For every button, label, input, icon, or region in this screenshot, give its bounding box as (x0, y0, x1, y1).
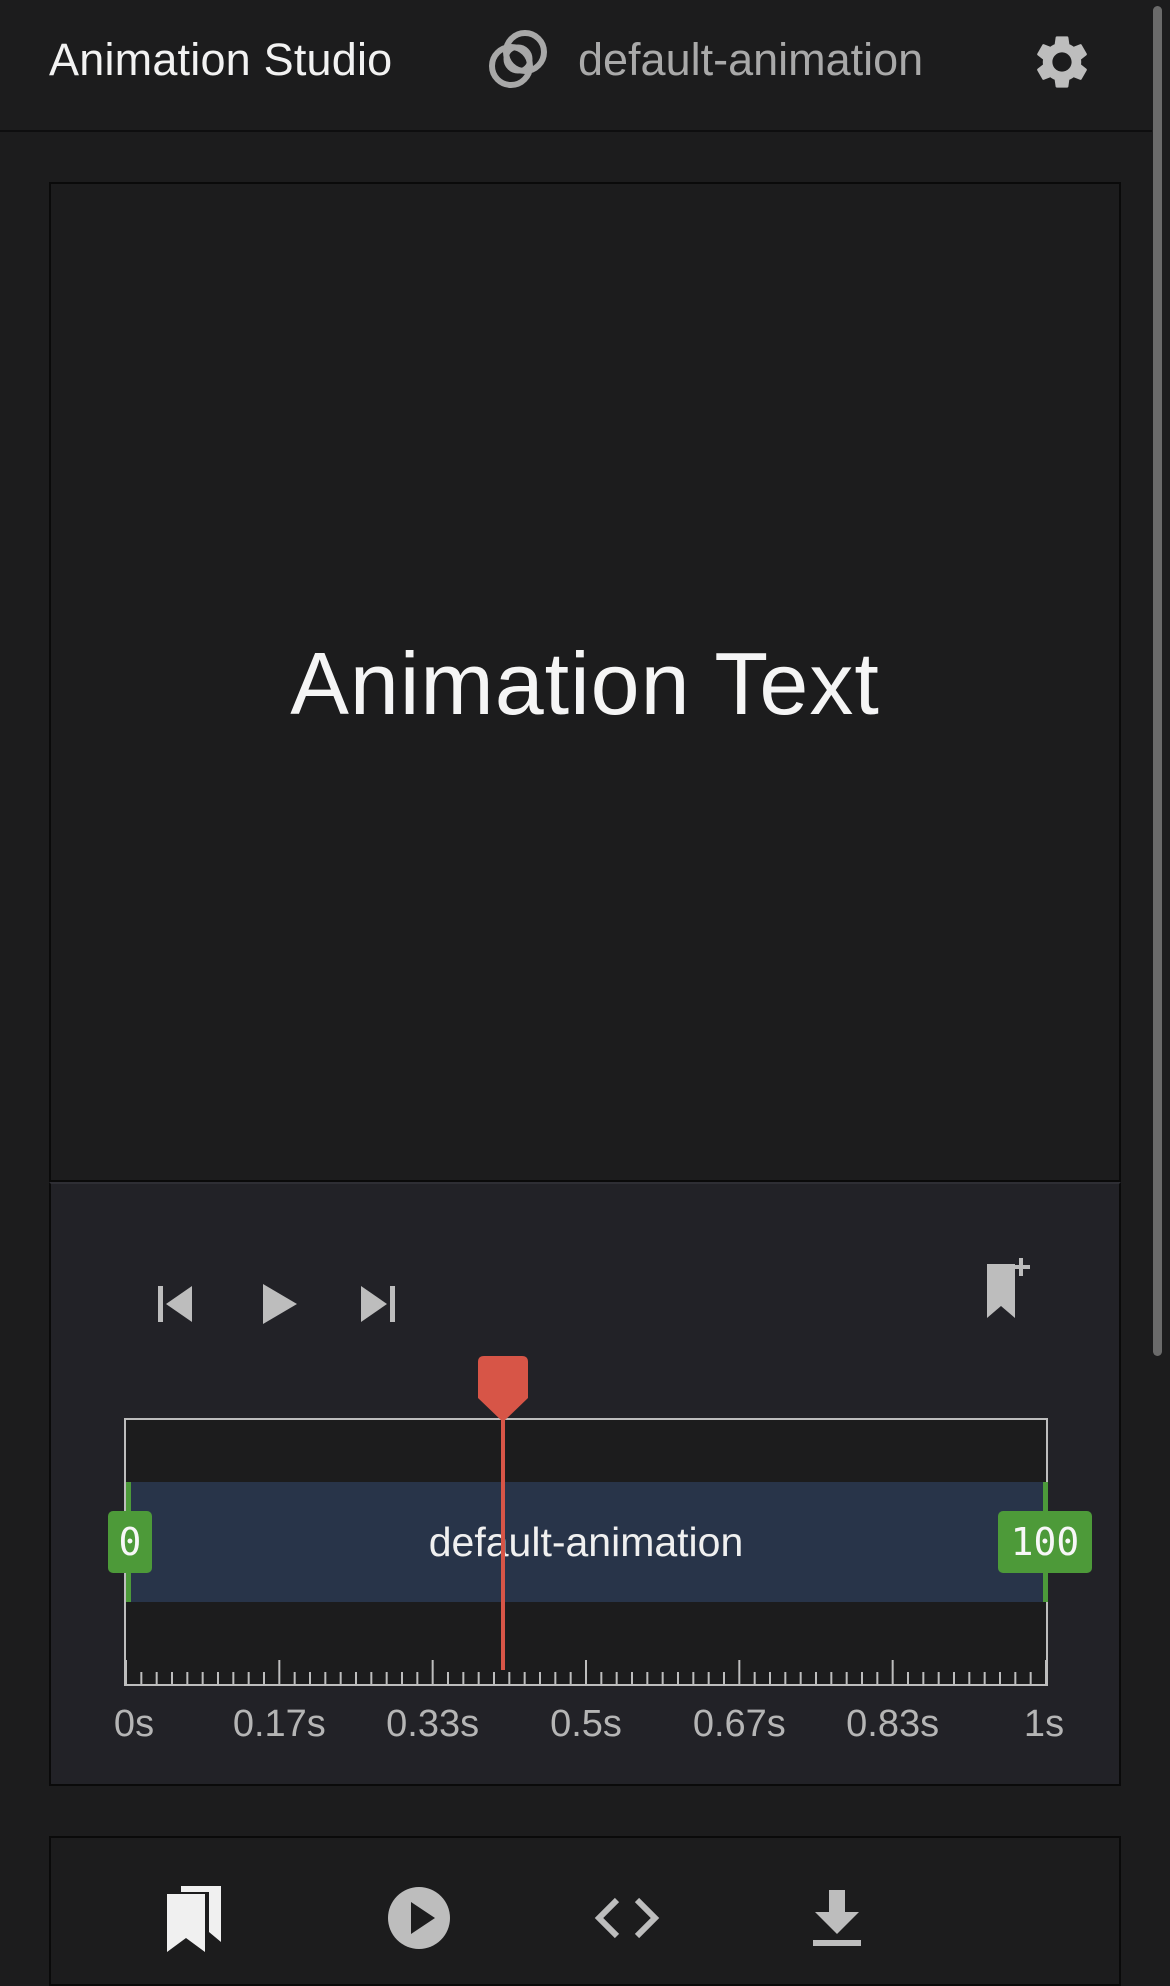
code-icon[interactable] (591, 1882, 663, 1954)
bookmark-add-icon[interactable] (971, 1252, 1041, 1322)
tick-label: 0.67s (692, 1703, 786, 1745)
animation-preview: Animation Text (49, 182, 1121, 1182)
library-icon[interactable] (159, 1882, 231, 1954)
tick-label: 0.33s (386, 1703, 480, 1745)
timeline-ruler (125, 1660, 1047, 1686)
playhead-line[interactable] (501, 1408, 506, 1670)
tick-label: 0s (113, 1703, 155, 1745)
app-header: Animation Studio default-animation (0, 0, 1152, 132)
play-circle-icon[interactable] (383, 1882, 455, 1954)
animation-track-bar[interactable]: default-animation (128, 1482, 1044, 1602)
end-keyframe-badge[interactable]: 100 (998, 1511, 1092, 1573)
gear-icon[interactable] (1030, 30, 1094, 94)
linked-rings-icon[interactable] (485, 26, 551, 92)
playhead-handle[interactable] (478, 1356, 529, 1428)
preview-text: Animation Text (290, 634, 880, 733)
skip-to-end-icon[interactable] (351, 1276, 407, 1332)
tick-label: 0.17s (232, 1703, 326, 1745)
play-icon[interactable] (251, 1276, 307, 1332)
scrollbar-thumb[interactable] (1153, 6, 1162, 1356)
animation-name[interactable]: default-animation (578, 34, 923, 86)
start-keyframe-badge[interactable]: 0 (108, 1511, 152, 1573)
skip-to-start-icon[interactable] (148, 1276, 204, 1332)
bottom-toolbar (49, 1836, 1121, 1986)
tick-label: 0.5s (550, 1703, 622, 1745)
track-label: default-animation (428, 1519, 744, 1565)
timeline-panel: default-animation 0 100 0s 0.17s 0.33s 0.5s… (49, 1182, 1121, 1786)
download-icon[interactable] (801, 1882, 873, 1954)
app-title: Animation Studio (49, 34, 393, 85)
tick-label: 1s (1023, 1703, 1065, 1745)
tick-label: 0.83s (846, 1703, 940, 1745)
